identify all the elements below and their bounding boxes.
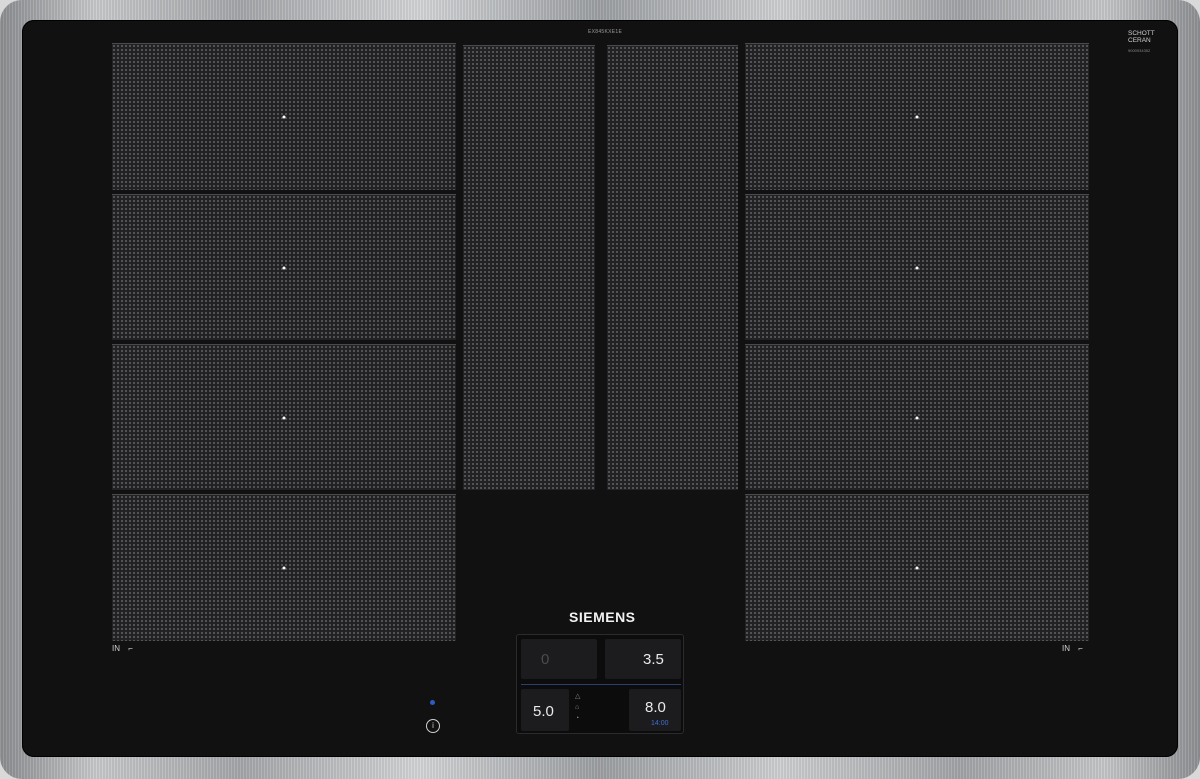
- left-zone-label: IN ⌐: [112, 644, 133, 653]
- brand-logo: SIEMENS: [569, 609, 636, 625]
- display-bottom-right[interactable]: 8.0 14:00: [629, 689, 681, 731]
- divider-line: [521, 684, 681, 685]
- pan-icon: ⌐: [1078, 644, 1083, 653]
- left-flex-zone-1[interactable]: [112, 43, 456, 190]
- cooking-sensor-icon[interactable]: △: [575, 691, 591, 702]
- pan-icon: ⌐: [128, 644, 133, 653]
- display-bottom-left[interactable]: 5.0: [521, 689, 569, 731]
- status-indicator-dot: [430, 700, 435, 705]
- display-top-left[interactable]: 0: [521, 639, 597, 679]
- center-right-strip-zone[interactable]: [607, 45, 738, 490]
- pan-sensor-icon[interactable]: ⌂: [575, 702, 591, 713]
- right-flex-zone-3[interactable]: [745, 344, 1089, 490]
- zone-marker: [915, 566, 919, 570]
- left-flex-zone-2[interactable]: [112, 194, 456, 340]
- control-panel: 0 3.5 5.0 △ ⌂ ◔ 8.0 14:00: [516, 634, 684, 734]
- left-flex-zone-3[interactable]: [112, 344, 456, 490]
- model-code: EX845KXE1E: [588, 29, 623, 35]
- power-level: 0: [541, 651, 550, 668]
- function-icons[interactable]: △ ⌂ ◔: [575, 691, 591, 729]
- timer-readout: 14:00: [651, 720, 669, 727]
- zone-marker: [915, 266, 919, 269]
- right-flex-zone-4[interactable]: [745, 494, 1089, 641]
- lock-icon[interactable]: ◔: [575, 713, 591, 724]
- zone-marker: [282, 266, 286, 269]
- schott-ceran-logo: SCHOTT CERAN 9000934352: [1128, 30, 1155, 53]
- power-level: 5.0: [533, 703, 554, 720]
- center-left-strip-zone[interactable]: [463, 45, 595, 490]
- power-level: 8.0: [645, 699, 666, 716]
- right-flex-zone-2[interactable]: [745, 194, 1089, 340]
- zone-marker: [282, 416, 286, 419]
- left-flex-zone-4[interactable]: [112, 494, 456, 641]
- info-icon[interactable]: i: [426, 719, 440, 733]
- right-zone-label: IN ⌐: [1062, 644, 1083, 653]
- ceramic-glass-cooktop: EX845KXE1E SCHOTT CERAN 9000934352 IN ⌐ …: [22, 20, 1178, 757]
- zone-marker: [282, 115, 286, 119]
- display-top-right[interactable]: 3.5: [605, 639, 681, 679]
- zone-marker: [915, 115, 919, 119]
- power-level: 3.5: [643, 651, 664, 668]
- zone-marker: [282, 566, 286, 570]
- right-flex-zone-1[interactable]: [745, 43, 1089, 190]
- zone-marker: [915, 416, 919, 419]
